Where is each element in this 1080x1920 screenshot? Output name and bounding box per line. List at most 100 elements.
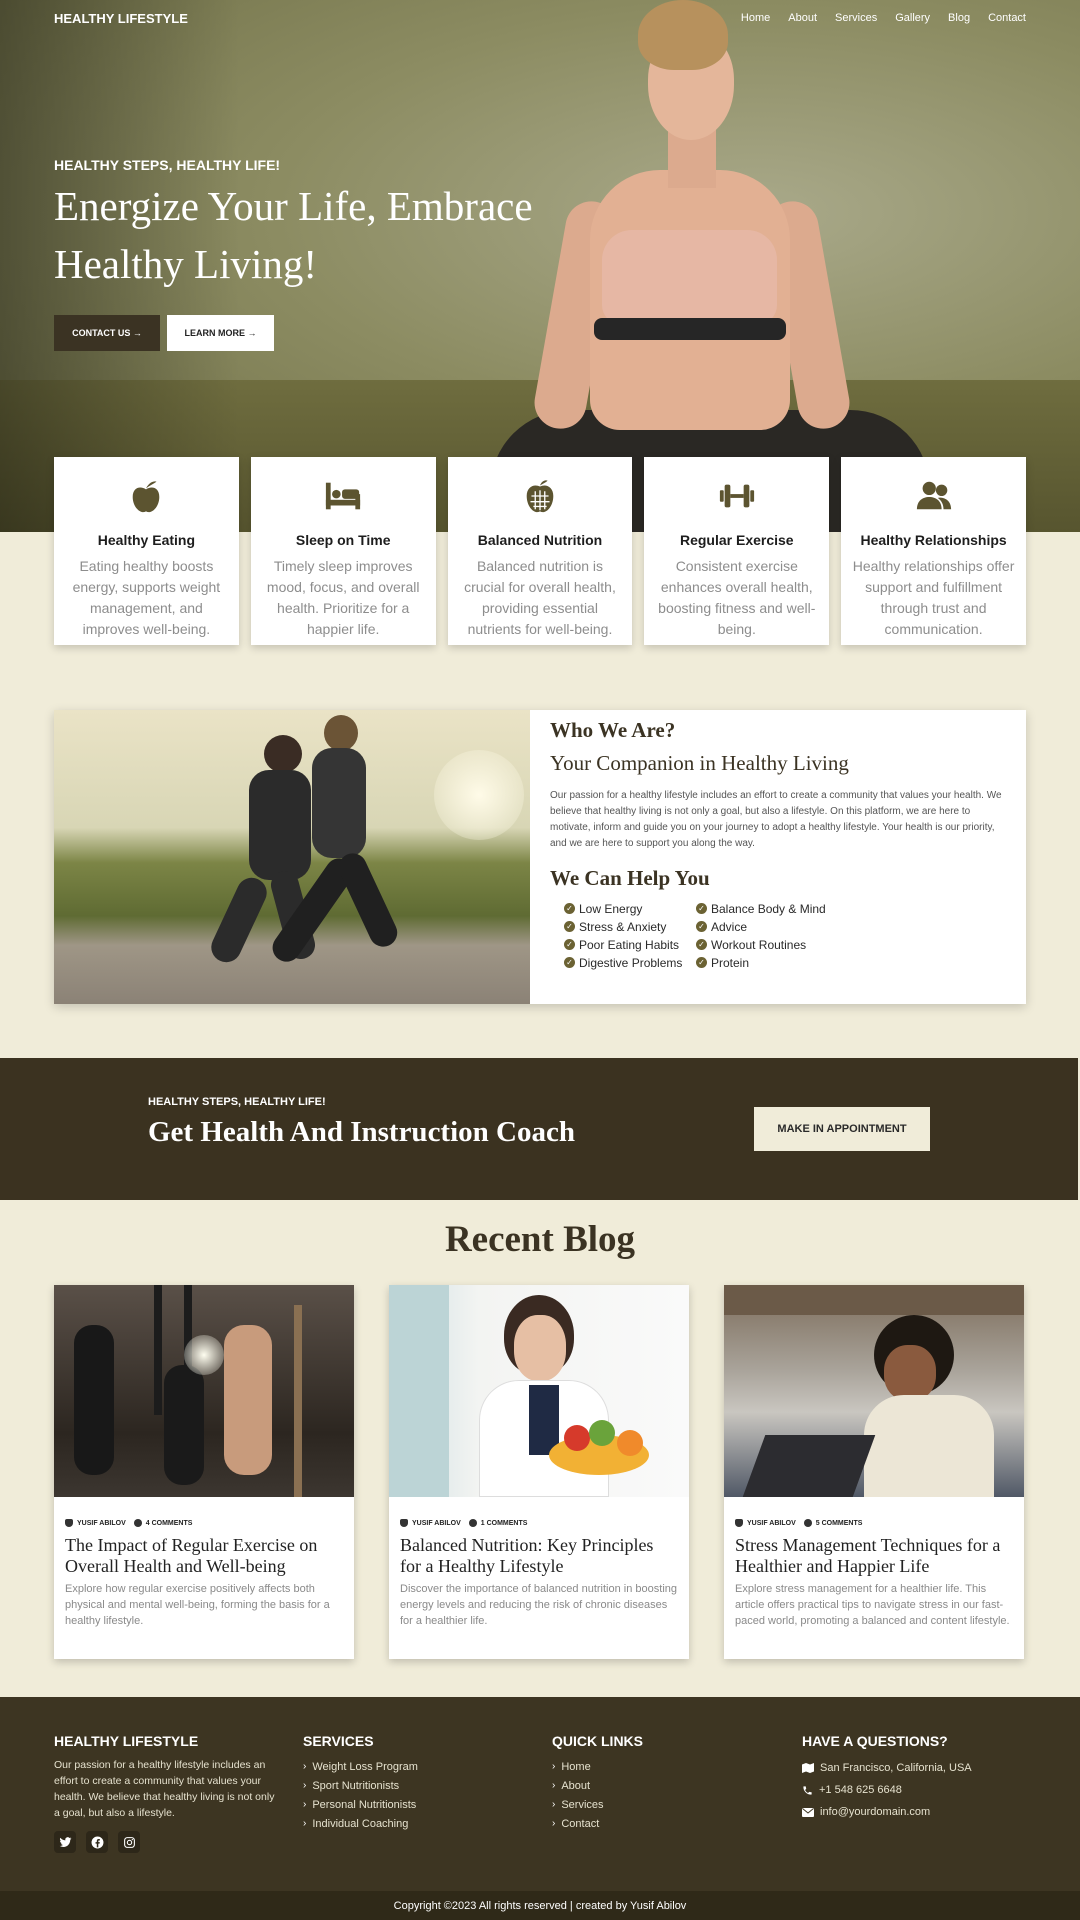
footer-service-link[interactable]: › Individual Coaching xyxy=(303,1814,418,1833)
comment-icon xyxy=(468,1519,477,1527)
facebook-icon[interactable] xyxy=(86,1831,108,1853)
feature-text: Healthy relationships offer support and … xyxy=(852,558,1015,637)
cta-title: Get Health And Instruction Coach xyxy=(148,1116,575,1148)
footer-service-link[interactable]: › Personal Nutritionists xyxy=(303,1795,418,1814)
feature-text: Balanced nutrition is crucial for overal… xyxy=(464,558,616,637)
footer-service-link[interactable]: › Weight Loss Program xyxy=(303,1757,418,1776)
post-meta: YUSIF ABILOV 5 COMMENTS xyxy=(735,1519,1024,1527)
check-circle-icon: ✓ xyxy=(564,939,575,950)
nav-services[interactable]: Services xyxy=(835,12,877,24)
nav-blog[interactable]: Blog xyxy=(948,12,970,24)
chevron-right-icon: › xyxy=(552,1780,556,1791)
footer-quick-link[interactable]: › Contact xyxy=(552,1814,643,1833)
nav-about[interactable]: About xyxy=(788,12,817,24)
feature-card: Healthy Eating Eating healthy boosts ene… xyxy=(54,457,239,645)
post-author[interactable]: YUSIF ABILOV xyxy=(747,1520,796,1527)
instagram-icon[interactable] xyxy=(118,1831,140,1853)
hero-title: Energize Your Life, Embrace Healthy Livi… xyxy=(54,183,533,287)
feature-title: Sleep on Time xyxy=(295,532,391,548)
cta-kicker: HEALTHY STEPS, HEALTHY LIFE! xyxy=(148,1096,326,1108)
apple-whole-icon xyxy=(526,480,554,513)
feature-text: Timely sleep improves mood, focus, and o… xyxy=(266,558,420,637)
contact-us-button[interactable]: CONTACT US → xyxy=(54,315,160,351)
about-section: Who We Are? Your Companion in Healthy Li… xyxy=(54,710,1026,1004)
help-item: ✓ Stress & Anxiety xyxy=(564,919,696,934)
feature-card: Sleep on Time Timely sleep improves mood… xyxy=(250,457,436,645)
footer-about-text: Our passion for a healthy lifestyle incl… xyxy=(54,1759,275,1819)
footer-services: SERVICES › Weight Loss Program › Sport Nut… xyxy=(303,1733,418,1833)
chevron-right-icon: › xyxy=(552,1761,556,1772)
check-circle-icon: ✓ xyxy=(696,957,707,968)
check-circle-icon: ✓ xyxy=(564,921,575,932)
social-links xyxy=(54,1831,282,1853)
office-stress-image xyxy=(724,1285,1024,1497)
feature-title: Balanced Nutrition xyxy=(477,532,603,548)
user-icon xyxy=(735,1519,743,1527)
nutritionist-image xyxy=(389,1285,689,1497)
feature-title: Healthy Eating xyxy=(97,532,196,548)
post-comments[interactable]: 1 COMMENTS xyxy=(481,1520,528,1527)
post-author[interactable]: YUSIF ABILOV xyxy=(412,1520,461,1527)
hero-kicker: HEALTHY STEPS, HEALTHY LIFE! xyxy=(54,157,281,173)
chevron-right-icon: › xyxy=(303,1780,307,1791)
footer-service-link[interactable]: › Sport Nutritionists xyxy=(303,1776,418,1795)
post-title[interactable]: Stress Management Techniques for a Healt… xyxy=(735,1535,1013,1577)
phone-icon xyxy=(803,1785,812,1795)
appointment-button[interactable]: MAKE IN APPOINTMENT xyxy=(754,1107,930,1151)
help-item: ✓ Poor Eating Habits xyxy=(564,937,696,952)
post-excerpt: Discover the importance of balanced nutr… xyxy=(400,1583,677,1627)
nav-home[interactable]: Home xyxy=(741,12,770,24)
envelope-icon xyxy=(802,1807,814,1817)
footer-about-title: HEALTHY LIFESTYLE xyxy=(54,1733,199,1749)
feature-text: Eating healthy boosts energy, supports w… xyxy=(72,558,221,637)
nav-contact[interactable]: Contact xyxy=(988,12,1026,24)
footer-quick-link[interactable]: › Services xyxy=(552,1795,643,1814)
post-comments[interactable]: 5 COMMENTS xyxy=(816,1520,863,1527)
post-comments[interactable]: 4 COMMENTS xyxy=(146,1520,193,1527)
user-icon xyxy=(65,1519,73,1527)
blog-card[interactable]: YUSIF ABILOV 1 COMMENTS Balanced Nutriti… xyxy=(389,1285,689,1659)
footer-quick-link[interactable]: › About xyxy=(552,1776,643,1795)
footer-about: HEALTHY LIFESTYLE Our passion for a heal… xyxy=(54,1733,282,1853)
about-content: Who We Are? Your Companion in Healthy Li… xyxy=(550,710,1006,970)
learn-more-button[interactable]: LEARN MORE → xyxy=(167,315,274,351)
post-title[interactable]: Balanced Nutrition: Key Principles for a… xyxy=(400,1535,678,1577)
footer-phone[interactable]: +1 548 625 6648 xyxy=(802,1779,972,1801)
check-circle-icon: ✓ xyxy=(564,957,575,968)
dumbbell-icon xyxy=(719,484,754,508)
post-title[interactable]: The Impact of Regular Exercise on Overal… xyxy=(65,1535,343,1577)
help-item: ✓ Advice xyxy=(696,919,836,934)
gym-image xyxy=(54,1285,354,1497)
blog-card[interactable]: YUSIF ABILOV 5 COMMENTS Stress Managemen… xyxy=(724,1285,1024,1659)
blog-card[interactable]: YUSIF ABILOV 4 COMMENTS The Impact of Re… xyxy=(54,1285,354,1659)
chevron-right-icon: › xyxy=(303,1799,307,1810)
post-author[interactable]: YUSIF ABILOV xyxy=(77,1520,126,1527)
feature-card: Regular Exercise Consistent exercise enh… xyxy=(644,457,830,645)
help-list: ✓ Low Energy ✓ Balance Body & Mind ✓ Stress… xyxy=(564,901,1006,970)
cta-banner: HEALTHY STEPS, HEALTHY LIFE! Get Health … xyxy=(0,1058,1078,1200)
post-excerpt: Explore how regular exercise positively … xyxy=(65,1583,330,1627)
chevron-right-icon: › xyxy=(552,1799,556,1810)
about-heading: Who We Are? xyxy=(550,718,676,742)
comment-icon xyxy=(133,1519,142,1527)
feature-title: Healthy Relationships xyxy=(860,532,1007,548)
about-paragraph: Our passion for a healthy lifestyle incl… xyxy=(550,790,1002,849)
feature-card: Balanced Nutrition Balanced nutrition is… xyxy=(447,457,633,645)
hero-image xyxy=(490,0,940,532)
chevron-right-icon: › xyxy=(303,1761,307,1772)
nav-menu: Home About Services Gallery Blog Contact xyxy=(741,12,1026,24)
nav-gallery[interactable]: Gallery xyxy=(895,12,930,24)
top-navigation: HEALTHY LIFESTYLE Home About Services Ga… xyxy=(0,0,1080,36)
footer-contact-title: HAVE A QUESTIONS? xyxy=(802,1733,948,1749)
chevron-right-icon: › xyxy=(303,1818,307,1829)
twitter-icon[interactable] xyxy=(54,1831,76,1853)
footer-quick-links: QUICK LINKS › Home › About › Services › Cont… xyxy=(552,1733,643,1833)
footer-email[interactable]: info@yourdomain.com xyxy=(802,1801,972,1823)
comment-icon xyxy=(803,1519,812,1527)
brand-logo[interactable]: HEALTHY LIFESTYLE xyxy=(54,11,188,26)
check-circle-icon: ✓ xyxy=(696,921,707,932)
footer-contact: HAVE A QUESTIONS? San Francisco, Califor… xyxy=(802,1733,972,1823)
apple-icon xyxy=(133,481,160,513)
footer-quick-link[interactable]: › Home xyxy=(552,1757,643,1776)
about-subheading: Your Companion in Healthy Living xyxy=(550,751,849,775)
